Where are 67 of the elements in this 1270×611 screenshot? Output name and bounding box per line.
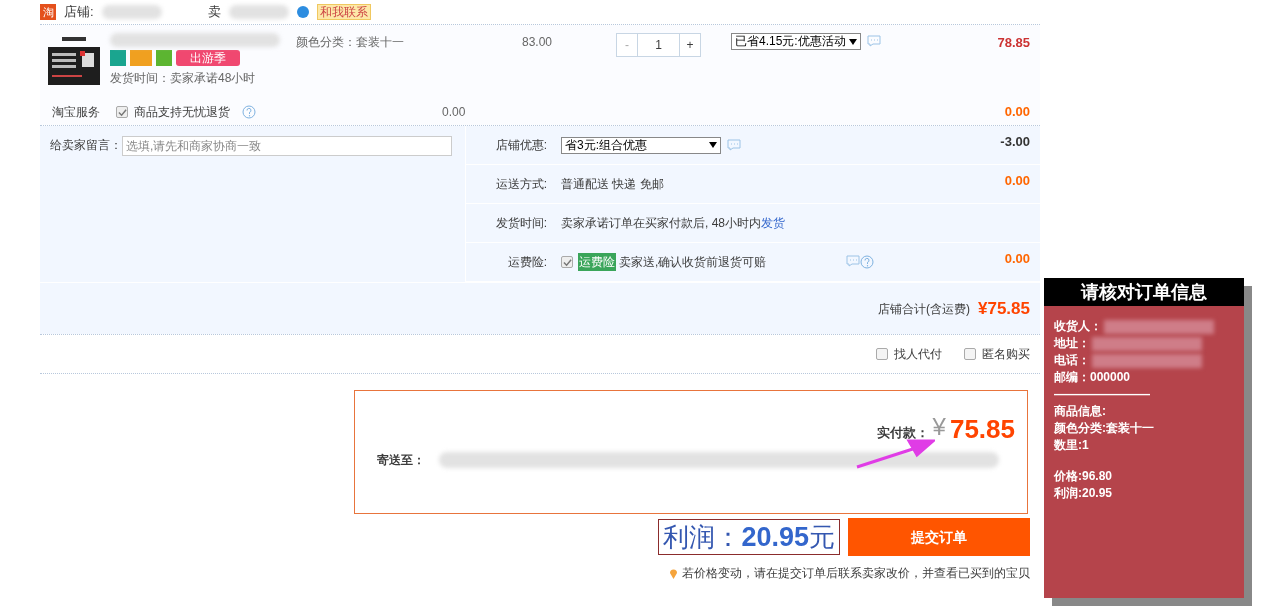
profit-label: 利润：20.95元 bbox=[658, 519, 840, 555]
blurred-text bbox=[101, 5, 162, 19]
checkbox[interactable] bbox=[876, 348, 888, 360]
seller-label: 卖 bbox=[207, 3, 221, 22]
quantity-stepper[interactable]: - 1 + bbox=[616, 33, 701, 57]
blurred-text bbox=[228, 5, 289, 19]
caret-icon bbox=[849, 38, 858, 45]
shop-total: ¥75.85 bbox=[978, 297, 1030, 320]
chat-icon[interactable] bbox=[727, 139, 741, 151]
checkbox[interactable] bbox=[964, 348, 976, 360]
caret-icon bbox=[709, 141, 717, 148]
item-spec: 颜色分类：套装十一 bbox=[296, 34, 404, 51]
option-value: 卖家承诺订单在买家付款后, 48小时内发货 bbox=[561, 215, 785, 232]
chat-icon[interactable] bbox=[846, 255, 861, 267]
panel-line: 数里:1 bbox=[1054, 437, 1089, 454]
panel-line: 商品信息: bbox=[1054, 403, 1106, 420]
service-label: 淘宝服务 bbox=[52, 104, 101, 121]
option-amount: 0.00 bbox=[1004, 250, 1030, 268]
message-label: 给卖家留言： bbox=[50, 137, 122, 154]
panel-line: 电话： bbox=[1054, 352, 1090, 369]
checkbox[interactable] bbox=[561, 256, 573, 268]
option-label: 发货时间: bbox=[494, 215, 548, 232]
plus-button[interactable]: + bbox=[680, 34, 700, 56]
chat-icon[interactable] bbox=[867, 35, 882, 47]
shop-total-label: 店铺合计(含运费) bbox=[878, 300, 970, 318]
panel-line: 价格:96.80 bbox=[1054, 468, 1113, 485]
item-price: 83.00 bbox=[522, 34, 554, 51]
option-value: 普通配送 快递 免邮 bbox=[561, 176, 664, 193]
option-amount: -3.00 bbox=[1000, 133, 1030, 151]
message-field[interactable]: 选填,请先和商家协商一致 bbox=[122, 136, 452, 156]
payment-label: 实付款： bbox=[876, 423, 929, 442]
option-value: 卖家送,确认收货前退货可赔 bbox=[619, 254, 767, 271]
option-label: 找人代付 bbox=[894, 346, 942, 363]
checkbox[interactable] bbox=[116, 106, 128, 118]
panel-line: 利润:20.95 bbox=[1054, 485, 1113, 502]
currency-symbol: ¥ bbox=[932, 412, 946, 442]
panel-title: 请核对订单信息 bbox=[1044, 278, 1244, 306]
address-label: 寄送至： bbox=[377, 452, 425, 469]
panel-line: 收货人： bbox=[1054, 318, 1102, 335]
option-label: 店铺优惠: bbox=[494, 137, 548, 154]
help-icon[interactable] bbox=[242, 105, 256, 119]
service-price: 0.00 bbox=[442, 104, 466, 121]
option-amount: 0.00 bbox=[1004, 172, 1030, 190]
option-label: 匿名购买 bbox=[982, 346, 1030, 363]
ship-link[interactable]: 发货 bbox=[761, 216, 785, 230]
ship-time: 发货时间：卖家承诺48小时 bbox=[110, 70, 257, 87]
discount-select[interactable]: 省3元:组合优惠 bbox=[561, 136, 721, 154]
panel-line: 邮编：000000 bbox=[1054, 369, 1131, 386]
panel-line: 地址： bbox=[1054, 335, 1090, 352]
promo-select[interactable]: 已省4.15元:优惠活动 bbox=[731, 33, 862, 50]
service-option: 商品支持无忧退货 bbox=[134, 103, 230, 121]
service-subtotal: 0.00 bbox=[1004, 103, 1030, 122]
item-subtotal: 78.85 bbox=[997, 34, 1030, 52]
shop-label: 店铺: bbox=[64, 3, 94, 22]
option-label: 运费险: bbox=[506, 254, 548, 271]
location-pin-icon bbox=[669, 567, 678, 579]
taobao-logo[interactable]: 淘 bbox=[40, 4, 56, 20]
help-icon[interactable] bbox=[860, 255, 875, 269]
insurance-tag: 运费险 bbox=[578, 253, 616, 271]
quantity-field[interactable]: 1 bbox=[637, 34, 680, 56]
promo-tag: 出游季 bbox=[176, 50, 240, 66]
panel-line: ———————— bbox=[1054, 386, 1150, 403]
option-label: 运送方式: bbox=[494, 176, 548, 193]
payment-amount: 75.85 bbox=[949, 413, 1015, 445]
contact-link[interactable]: 和我联系 bbox=[316, 4, 371, 20]
price-change-notice: 若价格变动，请在提交订单后联系卖家改价，并查看已买到的宝贝 bbox=[682, 565, 1030, 582]
panel-line: 颜色分类:套装十一 bbox=[1054, 420, 1154, 437]
